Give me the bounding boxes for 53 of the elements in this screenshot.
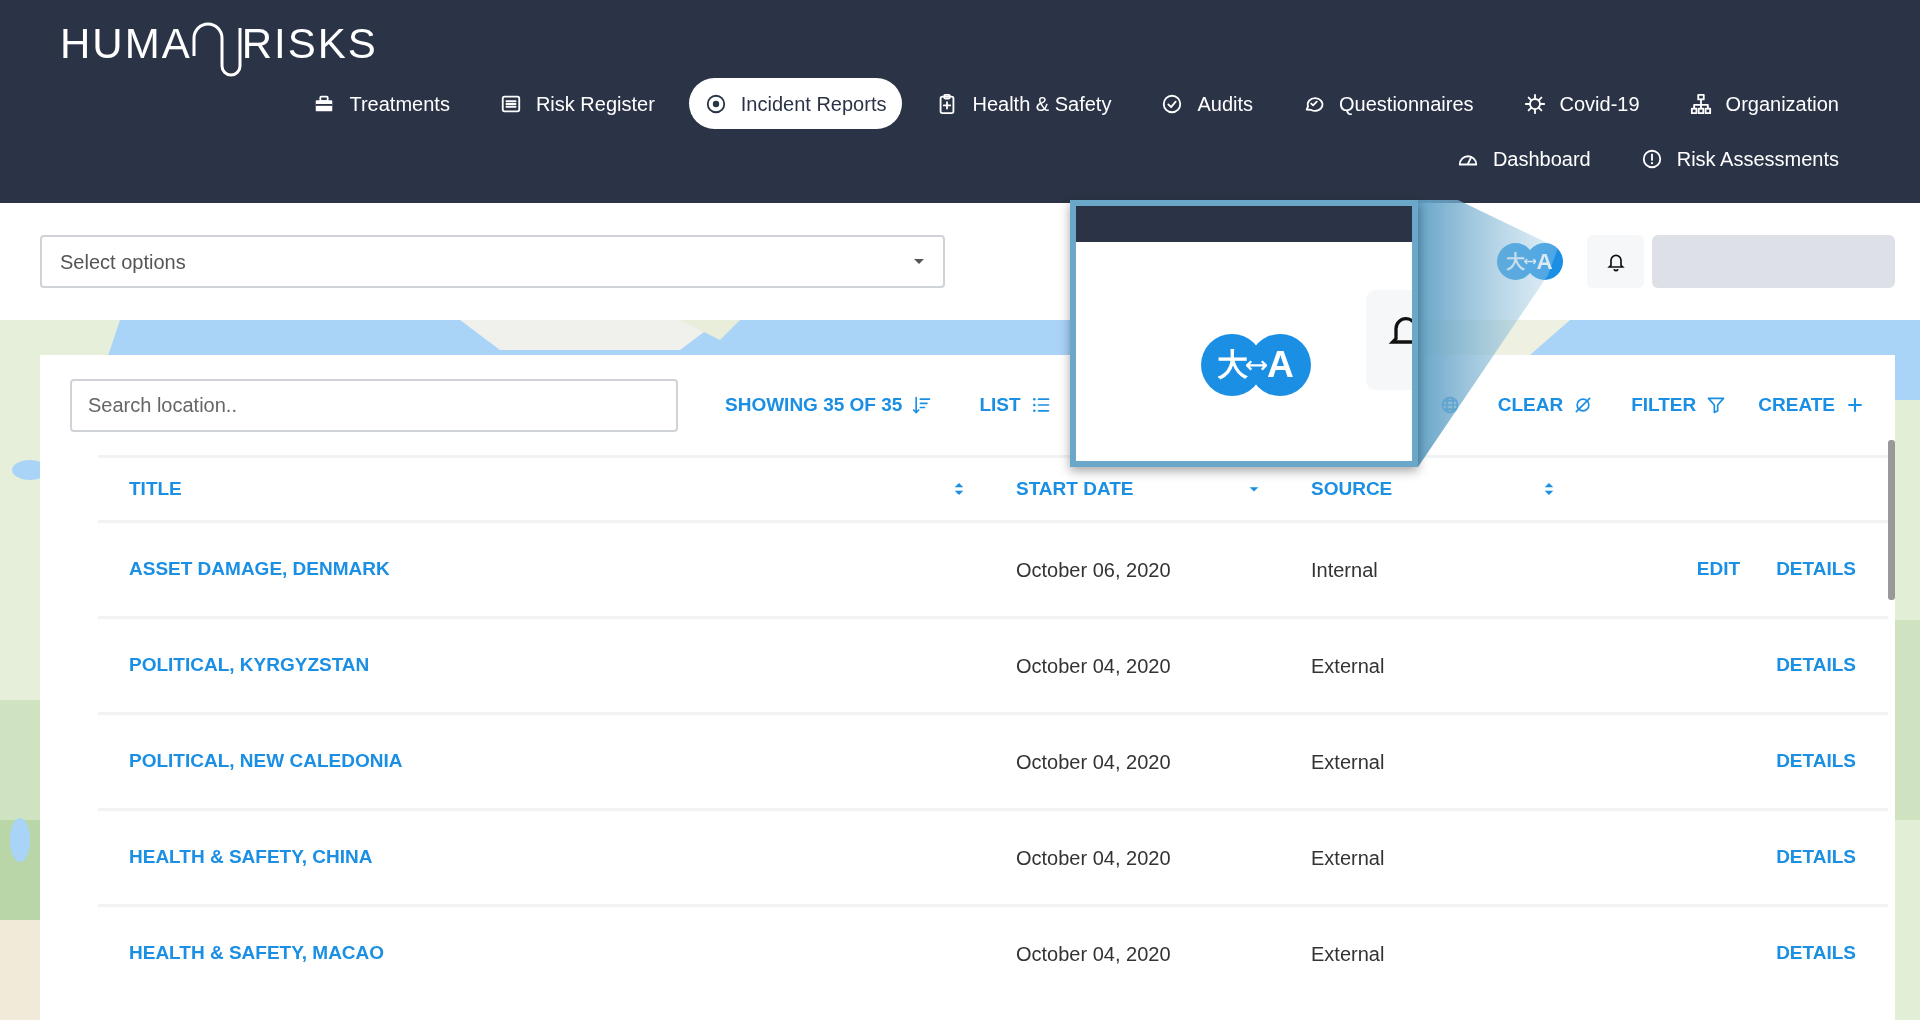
filter-icon	[1706, 395, 1727, 415]
table-cell-text: October 04, 2020	[1016, 653, 1171, 679]
table-cell-text: October 06, 2020	[1016, 557, 1171, 583]
nav-tab[interactable]: Incident Reports	[688, 78, 903, 129]
nav-tab[interactable]: Risk Register	[483, 78, 671, 129]
sort-icon	[912, 395, 933, 415]
table-cell-text: October 04, 2020	[1016, 845, 1171, 871]
table-cell-text: External	[1311, 845, 1385, 871]
sitemap-icon	[1689, 92, 1712, 115]
nav-tab[interactable]: Risk Assessments	[1624, 133, 1855, 184]
table-cell-text: External	[1311, 653, 1385, 679]
nav-tab[interactable]: Organization	[1673, 78, 1855, 129]
incident-link[interactable]: HEALTH & SAFETY, CHINA	[129, 843, 373, 872]
action-link[interactable]: DETAILS	[1776, 939, 1856, 968]
alert-circle-icon	[1640, 147, 1663, 170]
toolbar-link[interactable]: LIST	[979, 390, 1051, 420]
nav-tab[interactable]: Covid-19	[1507, 78, 1656, 129]
incident-link[interactable]: HEALTH & SAFETY, MACAO	[129, 939, 385, 968]
nav-tab[interactable]: Dashboard	[1440, 133, 1607, 184]
toolbar-link[interactable]: SHOWING 35 OF 35	[725, 390, 933, 420]
incident-link[interactable]: POLITICAL, KYRGYZSTAN	[129, 651, 370, 680]
table-cell-text: October 04, 2020	[1016, 749, 1171, 775]
nav-tab[interactable]: Treatments	[297, 78, 466, 129]
table-cell-text: October 04, 2020	[1016, 941, 1171, 967]
action-link[interactable]: DETAILS	[1776, 747, 1856, 776]
toolbar-link[interactable]: CREATE	[1758, 390, 1865, 420]
column-header[interactable]: START DATE	[990, 474, 1285, 504]
plus-icon	[1845, 395, 1865, 415]
scrollbar[interactable]	[1888, 440, 1895, 600]
action-link[interactable]: EDIT	[1696, 555, 1741, 584]
logo[interactable]: HUMA RISKS	[60, 20, 378, 80]
action-link[interactable]: DETAILS	[1776, 651, 1856, 680]
nav-tab[interactable]: Questionnaires	[1287, 78, 1490, 129]
select-dropdown[interactable]: Select options	[40, 235, 945, 288]
search-field[interactable]: Search location..	[70, 378, 678, 432]
table-cell-text: External	[1311, 749, 1385, 775]
toolbar-link[interactable]: CLEAR	[1497, 390, 1594, 420]
list-icon	[1030, 395, 1051, 415]
nav-tab[interactable]: Audits	[1145, 78, 1269, 129]
toolbar-link[interactable]: FILTER	[1631, 390, 1727, 420]
nav-tab[interactable]: Health & Safety	[920, 78, 1128, 129]
notification-button[interactable]	[1587, 235, 1644, 288]
column-header[interactable]: SOURCE	[1285, 474, 1580, 504]
action-link[interactable]: DETAILS	[1776, 843, 1856, 872]
check-circle-icon	[1161, 92, 1184, 115]
table-cell-text: Internal	[1311, 557, 1378, 583]
incident-link[interactable]: ASSET DAMAGE, DENMARK	[129, 555, 390, 584]
column-header[interactable]: TITLE	[98, 474, 990, 504]
action-link[interactable]: DETAILS	[1776, 555, 1856, 584]
caret-icon	[913, 258, 925, 265]
table-cell-text: External	[1311, 941, 1385, 967]
incident-link[interactable]: POLITICAL, NEW CALEDONIA	[129, 747, 403, 776]
target-icon	[704, 92, 727, 115]
